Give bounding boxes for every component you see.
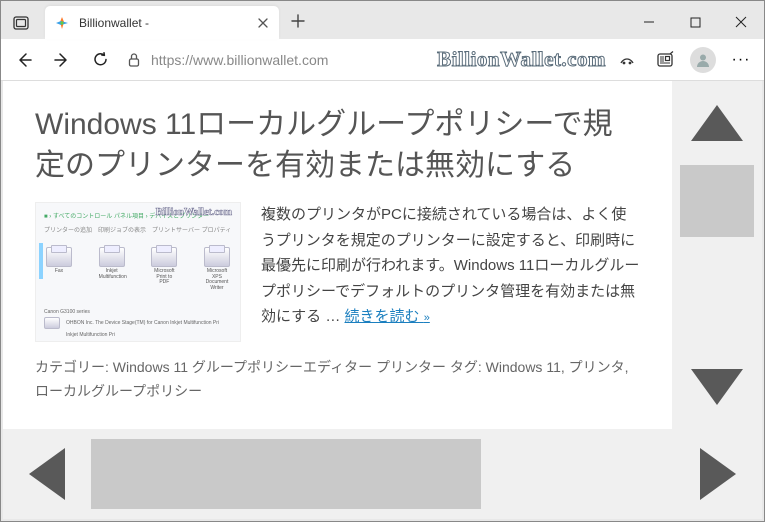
scroll-right-button[interactable] xyxy=(674,429,762,519)
titlebar: Billionwallet - xyxy=(1,1,764,39)
tab-close-button[interactable] xyxy=(255,15,271,31)
tabs-overview-button[interactable] xyxy=(1,6,41,39)
avatar-icon xyxy=(690,47,716,73)
page-viewport: Windows 11ローカルグループポリシーで規定のプリンターを有効または無効に… xyxy=(3,81,762,519)
brand-watermark: BillionWallet.com xyxy=(437,47,606,72)
category-label: カテゴリー: xyxy=(35,359,113,375)
window-controls xyxy=(626,6,764,38)
scroll-left-button[interactable] xyxy=(3,429,91,519)
extension-icon[interactable] xyxy=(610,43,644,77)
triangle-right-icon xyxy=(700,448,736,500)
browser-tab[interactable]: Billionwallet - xyxy=(45,6,279,39)
vertical-scroll-nav xyxy=(672,81,762,429)
read-more-link[interactable]: 続きを読む » xyxy=(345,308,430,325)
horizontal-scroll-nav xyxy=(3,429,762,519)
minimize-button[interactable] xyxy=(626,6,672,38)
article-excerpt: 複数のプリンタがPCに接続されている場合は、よく使うプリンタを規定のプリンターに… xyxy=(261,202,640,342)
triangle-left-icon xyxy=(29,448,65,500)
ellipsis-icon: ··· xyxy=(732,51,751,69)
lock-icon xyxy=(127,52,141,68)
triangle-up-icon xyxy=(691,105,743,141)
new-tab-button[interactable] xyxy=(283,6,313,36)
url-text: https://www.billionwallet.com xyxy=(151,52,328,68)
scroll-down-button[interactable] xyxy=(672,345,762,429)
tab-title: Billionwallet - xyxy=(79,16,255,30)
chevron-right-icon: » xyxy=(424,312,430,324)
close-window-button[interactable] xyxy=(718,6,764,38)
triangle-down-icon xyxy=(691,369,743,405)
tag-label: タグ: xyxy=(446,359,486,375)
article-body: ■ › すべてのコントロール パネル項目 › デバイスとプリンター Billio… xyxy=(35,202,640,342)
article-title[interactable]: Windows 11ローカルグループポリシーで規定のプリンターを有効または無効に… xyxy=(35,105,640,186)
forward-button[interactable] xyxy=(45,43,79,77)
toolbar: https://www.billionwallet.com BillionWal… xyxy=(1,39,764,81)
scroll-up-button[interactable] xyxy=(672,81,762,165)
horizontal-scroll-track[interactable] xyxy=(91,439,674,509)
address-bar[interactable]: https://www.billionwallet.com xyxy=(121,45,433,75)
refresh-button[interactable] xyxy=(83,43,117,77)
tab-favicon-icon xyxy=(55,15,71,31)
more-menu-button[interactable]: ··· xyxy=(724,43,758,77)
category-links[interactable]: Windows 11 グループポリシーエディター プリンター xyxy=(113,359,446,375)
page-content: Windows 11ローカルグループポリシーで規定のプリンターを有効または無効に… xyxy=(3,81,672,429)
maximize-button[interactable] xyxy=(672,6,718,38)
back-button[interactable] xyxy=(7,43,41,77)
enter-immersive-reader-button[interactable] xyxy=(648,43,682,77)
horizontal-scroll-thumb[interactable] xyxy=(91,439,481,509)
vertical-scroll-track[interactable] xyxy=(672,165,762,345)
article-thumbnail[interactable]: ■ › すべてのコントロール パネル項目 › デバイスとプリンター Billio… xyxy=(35,202,241,342)
profile-button[interactable] xyxy=(686,43,720,77)
vertical-scroll-thumb[interactable] xyxy=(680,165,754,237)
article-meta: カテゴリー: Windows 11 グループポリシーエディター プリンター タグ… xyxy=(35,356,640,404)
